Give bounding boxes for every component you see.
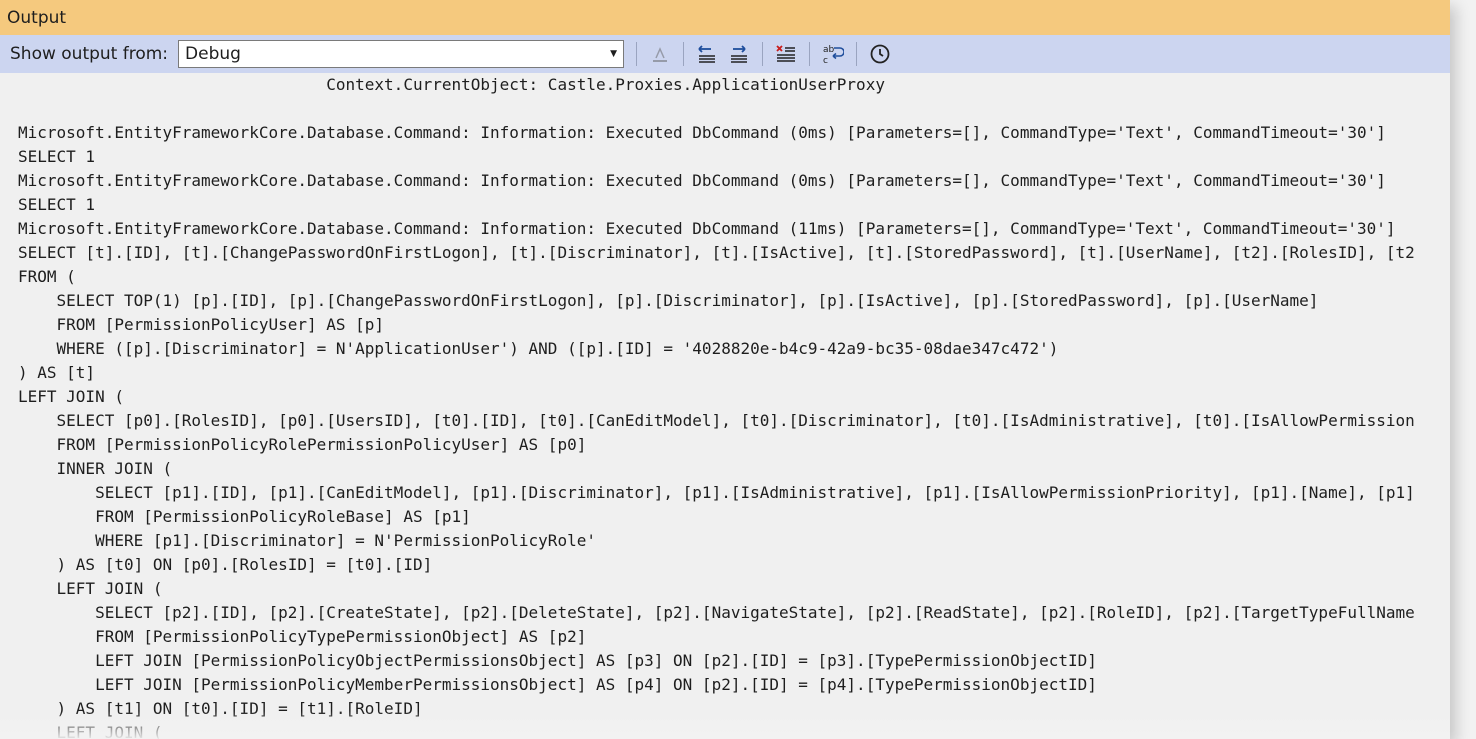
svg-text:ab: ab <box>823 45 835 55</box>
output-line: WHERE [p1].[Discriminator] = N'Permissio… <box>18 531 596 550</box>
output-text-area[interactable]: Context.CurrentObject: Castle.Proxies.Ap… <box>0 73 1450 739</box>
output-line: FROM [PermissionPolicyTypePermissionObje… <box>18 627 587 646</box>
svg-text:c: c <box>823 56 828 65</box>
output-line: SELECT [p0].[RolesID], [p0].[UsersID], [… <box>18 411 1415 430</box>
output-line: SELECT 1 <box>18 195 96 214</box>
output-line: FROM ( <box>18 267 76 286</box>
find-message-button[interactable] <box>646 40 674 68</box>
output-line: ) AS [t0] ON [p0].[RolesID] = [t0].[ID] <box>18 555 433 574</box>
output-source-value: Debug <box>185 44 241 64</box>
window-titlebar[interactable]: Output <box>0 0 1450 35</box>
next-message-icon <box>731 45 748 63</box>
output-line: SELECT 1 <box>18 147 96 166</box>
output-line: WHERE ([p].[Discriminator] = N'Applicati… <box>18 339 1059 358</box>
output-line: LEFT JOIN ( <box>18 723 163 739</box>
output-lines: Context.CurrentObject: Castle.Proxies.Ap… <box>0 73 1450 739</box>
output-window: Output Show output from: Debug ▼ ab c Co… <box>0 0 1450 739</box>
output-line: FROM [PermissionPolicyRolePermissionPoli… <box>18 435 587 454</box>
previous-message-button[interactable] <box>693 40 721 68</box>
output-line: Microsoft.EntityFrameworkCore.Database.C… <box>18 123 1386 142</box>
output-line: ) AS [t] <box>18 363 96 382</box>
clear-all-icon <box>776 45 796 62</box>
output-line: ) AS [t1] ON [t0].[ID] = [t1].[RoleID] <box>18 699 423 718</box>
clock-icon <box>870 44 890 64</box>
output-line: INNER JOIN ( <box>18 459 173 478</box>
output-line: SELECT [p2].[ID], [p2].[CreateState], [p… <box>18 603 1415 622</box>
output-line: Context.CurrentObject: Castle.Proxies.Ap… <box>18 75 885 94</box>
output-line: SELECT [p1].[ID], [p1].[CanEditModel], [… <box>18 483 1415 502</box>
previous-message-icon <box>698 45 716 63</box>
toolbar-separator <box>683 42 685 66</box>
chevron-down-icon[interactable]: ▼ <box>610 49 617 59</box>
output-line: LEFT JOIN ( <box>18 579 163 598</box>
toolbar-separator <box>636 42 638 66</box>
word-wrap-button[interactable]: ab c <box>819 40 847 68</box>
find-message-icon <box>653 47 668 62</box>
window-title: Output <box>7 7 67 28</box>
output-line: LEFT JOIN ( <box>18 387 124 406</box>
output-line: SELECT [t].[ID], [t].[ChangePasswordOnFi… <box>18 243 1415 262</box>
output-line: Microsoft.EntityFrameworkCore.Database.C… <box>18 219 1396 238</box>
output-line: LEFT JOIN [PermissionPolicyObjectPermiss… <box>18 651 1097 670</box>
word-wrap-icon: ab c <box>823 45 845 65</box>
output-line: LEFT JOIN [PermissionPolicyMemberPermiss… <box>18 675 1097 694</box>
output-line: Microsoft.EntityFrameworkCore.Database.C… <box>18 171 1386 190</box>
show-output-label: Show output from: <box>10 44 169 64</box>
toolbar-separator <box>856 42 858 66</box>
timestamp-button[interactable] <box>866 40 894 68</box>
toolbar-separator <box>762 42 764 66</box>
output-line: SELECT TOP(1) [p].[ID], [p].[ChangePassw… <box>18 291 1319 310</box>
output-line: FROM [PermissionPolicyRoleBase] AS [p1] <box>18 507 471 526</box>
next-message-button[interactable] <box>725 40 753 68</box>
output-line: FROM [PermissionPolicyUser] AS [p] <box>18 315 385 334</box>
output-toolbar: Show output from: Debug ▼ ab c <box>0 35 1450 73</box>
toolbar-separator <box>809 42 811 66</box>
clear-all-button[interactable] <box>772 40 800 68</box>
output-source-dropdown[interactable]: Debug ▼ <box>178 40 625 68</box>
